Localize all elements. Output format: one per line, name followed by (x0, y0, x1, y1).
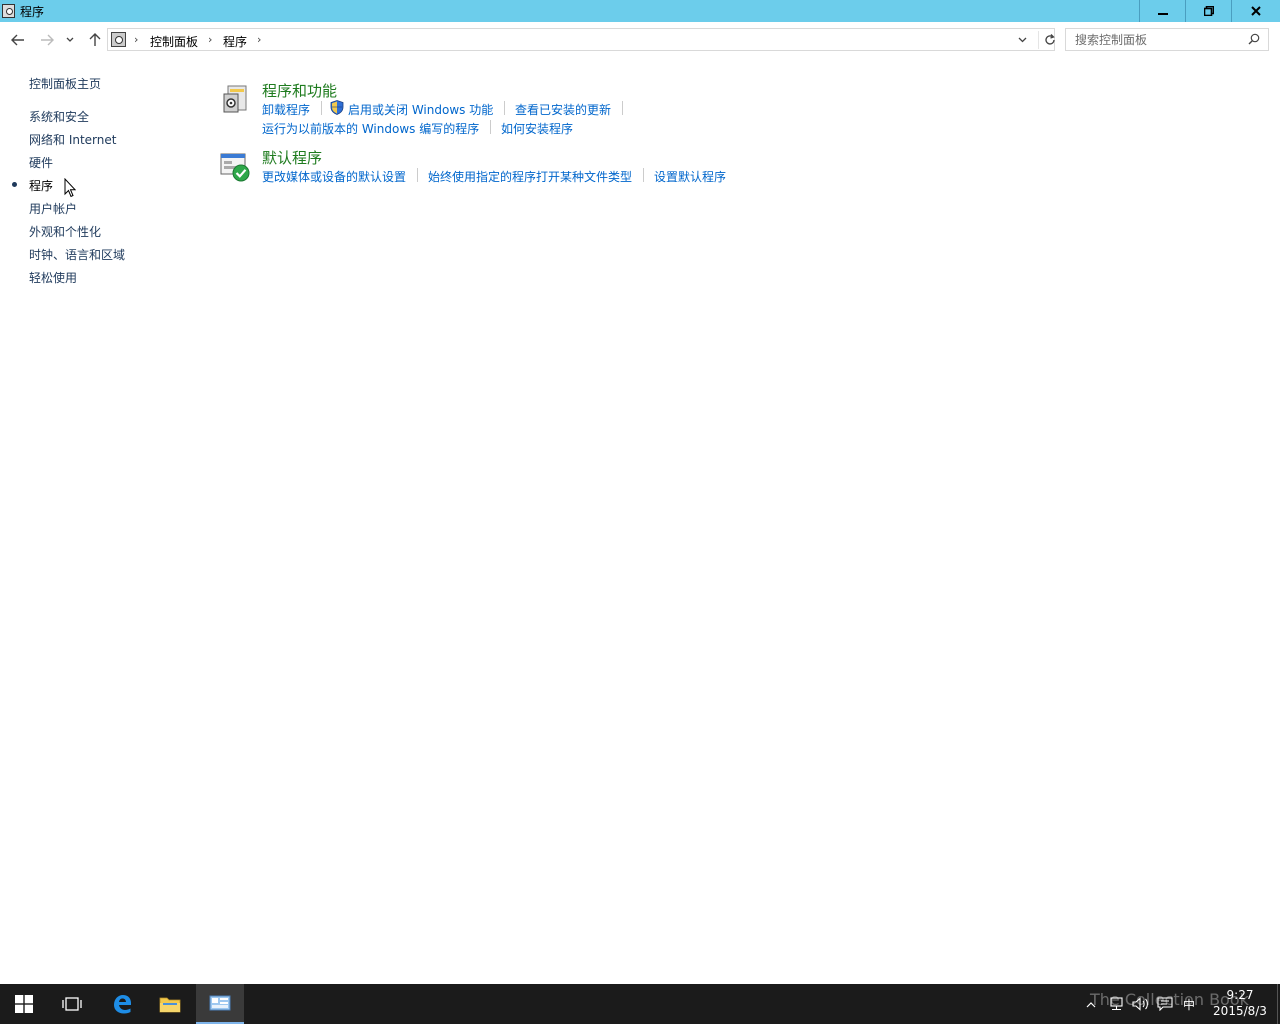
network-status-button[interactable] (1108, 984, 1124, 1024)
search-icon[interactable] (1248, 33, 1260, 45)
window-title: 程序 (20, 5, 45, 19)
programs-features-icon[interactable] (220, 84, 250, 116)
address-dropdown-button[interactable] (1018, 32, 1027, 46)
nav-hardware[interactable]: 硬件 (29, 154, 53, 171)
arrow-left-icon (11, 34, 24, 46)
chevron-down-icon (1018, 37, 1027, 43)
nav-network-internet[interactable]: 网络和 Internet (29, 131, 116, 148)
breadcrumb-control-panel[interactable]: 控制面板 (150, 33, 198, 50)
category-title-programs-features[interactable]: 程序和功能 (262, 80, 337, 101)
default-programs-icon[interactable] (220, 152, 250, 184)
task-view-icon (62, 997, 82, 1011)
search-box[interactable] (1065, 28, 1269, 51)
control-panel-home-link[interactable]: 控制面板主页 (29, 75, 101, 92)
recent-locations-button[interactable] (62, 30, 78, 50)
minimize-button[interactable] (1140, 0, 1186, 22)
breadcrumb-separator-icon[interactable]: › (208, 33, 212, 46)
nav-system-security[interactable]: 系统和安全 (29, 108, 89, 125)
search-input[interactable] (1066, 29, 1236, 50)
task-turn-windows-features[interactable]: 启用或关闭 Windows 功能 (348, 101, 493, 118)
task-separator (490, 120, 491, 134)
clock-time: 9:27 (1226, 988, 1254, 1002)
clock-date: 2015/8/3 (1213, 1004, 1267, 1018)
arrow-right-icon (41, 34, 54, 46)
chevron-up-icon (1086, 1001, 1096, 1007)
minimize-icon (1158, 13, 1168, 15)
task-separator (622, 101, 623, 115)
close-icon (1251, 6, 1261, 16)
control-panel-icon (111, 32, 126, 47)
arrow-up-icon (89, 33, 101, 46)
taskbar-file-explorer-button[interactable] (146, 984, 194, 1024)
control-panel-taskbar-icon (209, 995, 231, 1011)
nav-user-accounts[interactable]: 用户帐户 (29, 200, 77, 217)
task-separator (321, 101, 322, 115)
task-separator (504, 101, 505, 115)
nav-clock-language-region[interactable]: 时钟、语言和区域 (29, 246, 125, 263)
folder-icon (159, 997, 181, 1013)
task-how-to-install[interactable]: 如何安装程序 (501, 120, 573, 137)
volume-button[interactable] (1132, 984, 1150, 1024)
up-button[interactable] (85, 30, 105, 50)
nav-programs[interactable]: 程序 (29, 177, 53, 194)
breadcrumb-separator-icon[interactable]: › (257, 33, 261, 46)
network-icon (1110, 997, 1123, 1011)
task-change-media-defaults[interactable]: 更改媒体或设备的默认设置 (262, 168, 406, 185)
nav-ease-of-access[interactable]: 轻松使用 (29, 269, 77, 286)
edge-browser-icon (114, 995, 131, 1014)
breadcrumb-separator-icon[interactable]: › (134, 33, 138, 46)
task-view-installed-updates[interactable]: 查看已安装的更新 (515, 101, 611, 118)
task-separator (417, 168, 418, 182)
current-item-bullet-icon (12, 182, 17, 187)
task-associate-file-type[interactable]: 始终使用指定的程序打开某种文件类型 (428, 168, 632, 185)
navigation-bar: › 控制面板 › 程序 › (0, 22, 1280, 58)
title-bar: 程序 (0, 0, 1280, 22)
windows-logo-icon (15, 995, 33, 1013)
restore-icon (1204, 6, 1214, 16)
control-panel-app-icon[interactable] (2, 4, 15, 18)
nav-appearance-personalization[interactable]: 外观和个性化 (29, 223, 101, 240)
forward-button[interactable] (37, 30, 57, 50)
refresh-button[interactable] (1038, 31, 1056, 49)
taskbar-control-panel-button[interactable] (196, 984, 244, 1024)
uac-shield-icon (330, 100, 344, 115)
input-method-indicator[interactable]: 中 (1183, 984, 1195, 1024)
close-button[interactable] (1232, 0, 1280, 22)
taskbar-clock[interactable]: 9:27 2015/8/3 (1205, 987, 1275, 1019)
address-bar[interactable]: › 控制面板 › 程序 › (107, 28, 1055, 51)
task-uninstall-program[interactable]: 卸载程序 (262, 101, 310, 118)
mouse-cursor-icon (64, 178, 76, 198)
chevron-down-icon (66, 37, 74, 42)
category-title-default-programs[interactable]: 默认程序 (262, 147, 322, 168)
taskbar-edge-button[interactable] (98, 984, 146, 1024)
task-separator (643, 168, 644, 182)
back-button[interactable] (8, 30, 28, 50)
start-button[interactable] (0, 984, 48, 1024)
task-view-button[interactable] (48, 984, 96, 1024)
restore-button[interactable] (1186, 0, 1232, 22)
action-center-button[interactable] (1157, 984, 1173, 1024)
breadcrumb-programs[interactable]: 程序 (223, 33, 247, 50)
task-set-default-programs[interactable]: 设置默认程序 (654, 168, 726, 185)
taskbar: The Collection Book 中 9:27 2015/8/3 (0, 984, 1280, 1024)
show-hidden-icons-button[interactable] (1086, 984, 1096, 1024)
task-run-older-programs[interactable]: 运行为以前版本的 Windows 编写的程序 (262, 120, 479, 137)
show-desktop-button[interactable] (1277, 984, 1278, 1024)
notification-icon (1157, 997, 1173, 1011)
refresh-icon (1045, 34, 1055, 45)
speaker-icon (1132, 997, 1148, 1011)
